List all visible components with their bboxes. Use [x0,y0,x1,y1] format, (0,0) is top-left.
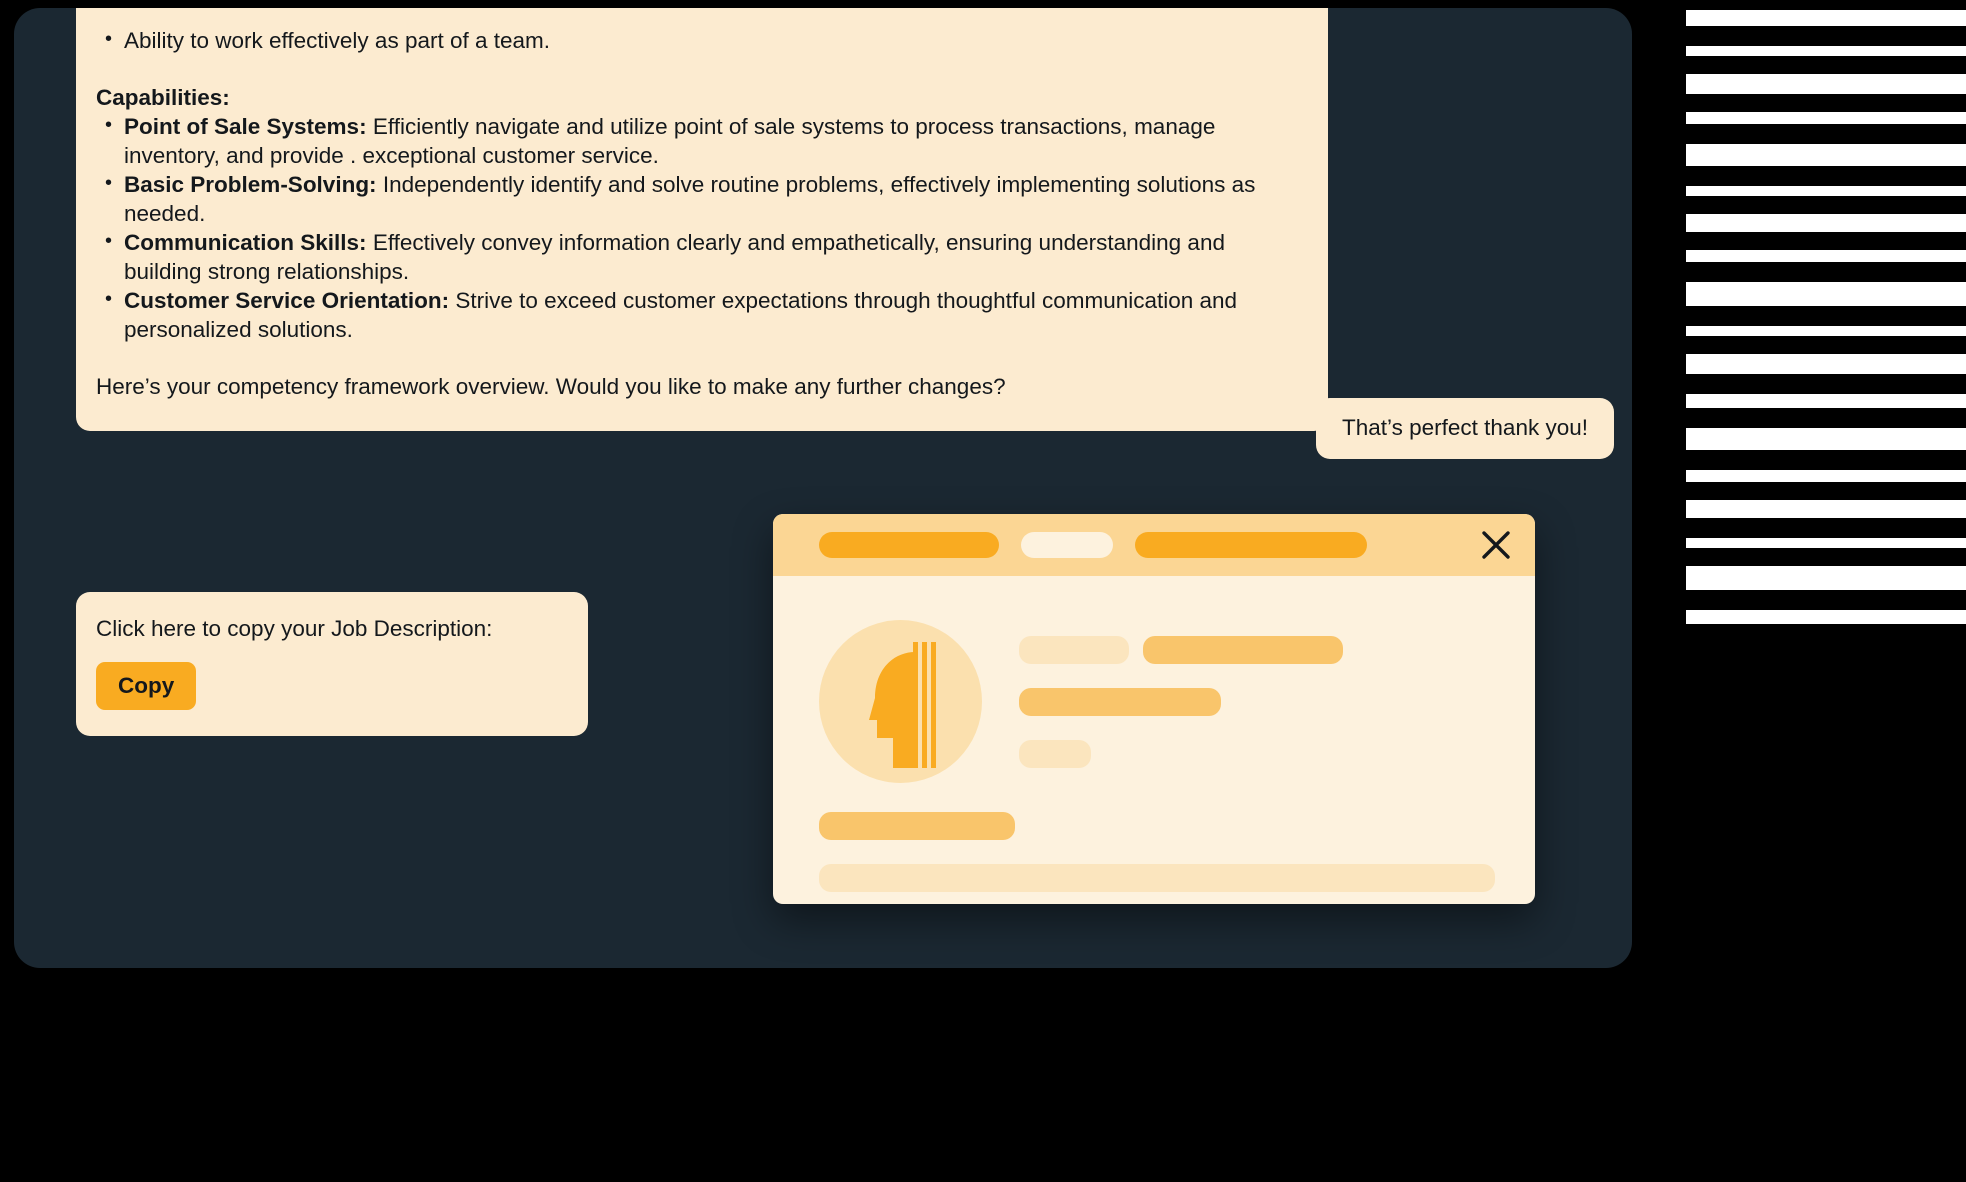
stripe-band [1686,326,1966,336]
header-pill-1 [819,532,999,558]
stripe-band [1686,186,1966,196]
stripe-band [1686,112,1966,124]
skeleton-bar [1019,688,1221,716]
stripe-band [1686,394,1966,408]
list-item: Ability to work effectively as part of a… [96,25,1302,55]
stripe-band [1686,470,1966,482]
stripe-band [1686,144,1966,166]
skeleton-bar [819,812,1015,840]
stripe-band [1686,282,1966,306]
copy-button[interactable]: Copy [96,662,197,710]
stripe-band [1686,610,1966,624]
stripe-band [1686,74,1966,94]
stripe-band [1686,500,1966,518]
list-item: Basic Problem-Solving: Independently ide… [96,169,1302,228]
header-pill-2 [1021,532,1113,558]
requirements-bullet-list: Ability to work effectively as part of a… [96,25,1302,55]
capability-title: Communication Skills: [124,230,367,255]
copy-card-label: Click here to copy your Job Description: [96,616,493,641]
assistant-message-card: Ability to work effectively as part of a… [76,8,1328,431]
copy-job-description-card: Click here to copy your Job Description:… [76,592,588,736]
preview-card-body [773,576,1535,904]
stripe-band [1686,214,1966,232]
stripe-band [1686,428,1966,450]
stripe-band [1686,566,1966,590]
skeleton-bar [1143,636,1343,664]
stripe-band [1686,538,1966,548]
preview-card-header [773,514,1535,576]
user-message-text: That’s perfect thank you! [1342,415,1588,440]
screenshot-canvas: Ability to work effectively as part of a… [0,0,1966,1182]
assistant-closing-question: Here’s your competency framework overvie… [96,374,1006,399]
capabilities-bullet-list: Point of Sale Systems: Efficiently navig… [96,111,1302,344]
stripe-band [1686,354,1966,374]
profile-preview-card [773,514,1535,904]
capability-title: Point of Sale Systems: [124,114,367,139]
background-stripe-pattern [1686,0,1966,640]
stripe-band [1686,10,1966,26]
capability-title: Customer Service Orientation: [124,288,450,313]
skeleton-bar [1019,636,1129,664]
skeleton-bar [819,864,1495,892]
bullet-text: Ability to work effectively as part of a… [124,28,551,53]
avatar [819,620,982,783]
list-item: Customer Service Orientation: Strive to … [96,285,1302,344]
skeleton-bar [1019,740,1091,768]
header-pill-3 [1135,532,1367,558]
user-message-bubble: That’s perfect thank you! [1316,398,1614,459]
list-item: Point of Sale Systems: Efficiently navig… [96,111,1302,170]
capability-title: Basic Problem-Solving: [124,172,377,197]
stripe-band [1686,250,1966,262]
list-item: Communication Skills: Effectively convey… [96,227,1302,286]
stripe-band [1686,46,1966,56]
close-icon[interactable] [1479,528,1513,562]
capabilities-heading: Capabilities: [96,85,230,110]
